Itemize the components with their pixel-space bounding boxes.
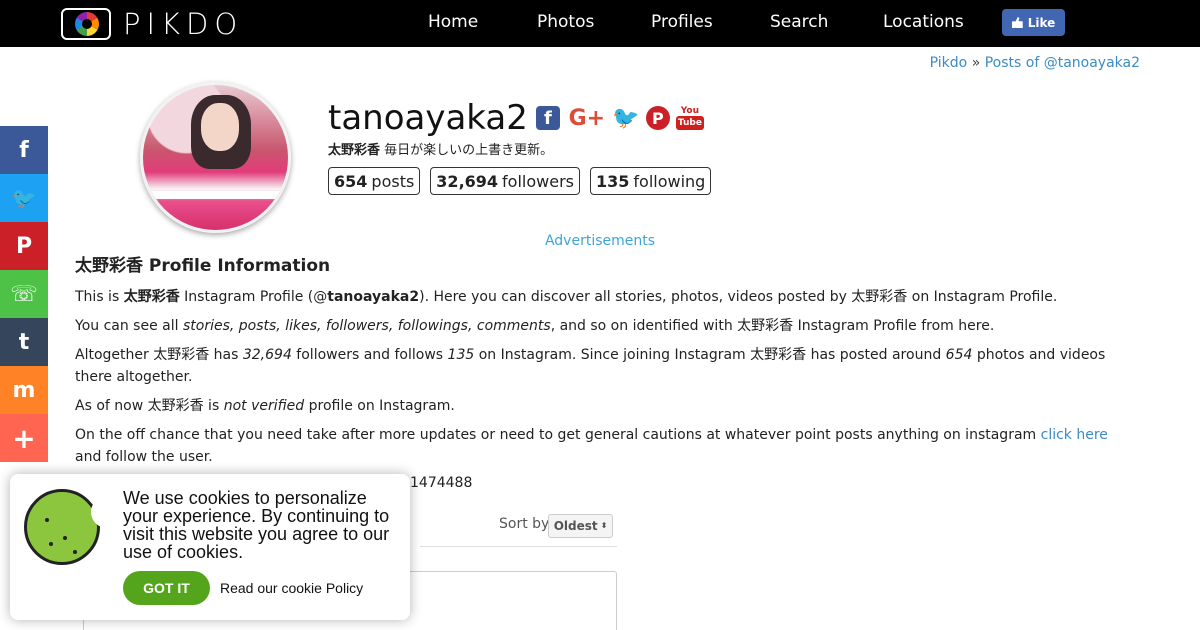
share-mix-icon[interactable]: m (0, 366, 48, 414)
youtube-icon[interactable]: You Tube (675, 104, 704, 132)
cookie-accept-button[interactable]: GOT IT (123, 571, 210, 605)
info-paragraph-4: As of now 太野彩香 is not verified profile o… (75, 398, 455, 414)
share-tumblr-icon[interactable]: t (0, 318, 48, 366)
cookie-message: We use cookies to personalize your exper… (123, 488, 390, 562)
nav-home[interactable]: Home (428, 12, 478, 32)
top-navbar: PIKDO Home Photos Profiles Search Locati… (0, 0, 1200, 47)
profile-info-heading: 太野彩香 Profile Information (75, 256, 331, 276)
social-share-icons: f G+ 🐦 P You Tube (535, 104, 704, 132)
nav-profiles[interactable]: Profiles (651, 12, 713, 32)
facebook-like-button[interactable]: Like (1002, 9, 1065, 36)
site-logo[interactable]: PIKDO (61, 7, 243, 41)
cookie-policy-link[interactable]: Read our cookie Policy (220, 580, 363, 596)
stat-following[interactable]: 135 following (590, 167, 712, 195)
sort-label: Sort by (499, 516, 550, 532)
profile-display-name: 太野彩香 (328, 143, 381, 158)
cookie-icon (24, 489, 123, 565)
info-paragraph-5: On the off chance that you need take aft… (75, 427, 1108, 465)
nav-search[interactable]: Search (770, 12, 828, 32)
pinterest-icon[interactable]: P (645, 106, 670, 130)
share-sidebar: f 🐦 P ☏ t m + (0, 126, 48, 462)
share-twitter-icon[interactable]: 🐦 (0, 174, 48, 222)
info-paragraph-1: This is 太野彩香 Instagram Profile (@tanoaya… (75, 289, 1058, 305)
stat-posts[interactable]: 654 posts (328, 167, 421, 195)
info-paragraph-2: You can see all stories, posts, likes, f… (75, 318, 995, 334)
profile-avatar (140, 82, 291, 233)
profile-bio-text: 毎日が楽しいの上書き更新。 (384, 143, 554, 158)
profile-info-section: 太野彩香 Profile Information This is 太野彩香 In… (75, 255, 1125, 475)
share-facebook-icon[interactable]: f (0, 126, 48, 174)
breadcrumb-current-link[interactable]: Posts of @tanoayaka2 (985, 55, 1140, 71)
nav-photos[interactable]: Photos (537, 12, 594, 32)
thumbs-up-icon (1011, 17, 1023, 28)
camera-aperture-icon (61, 8, 111, 40)
info-paragraph-3: Altogether 太野彩香 has 32,694 followers and… (75, 347, 1106, 385)
profile-header: tanoayaka2 f G+ 🐦 P You Tube (328, 98, 704, 138)
breadcrumb-home-link[interactable]: Pikdo (930, 55, 968, 71)
stat-followers[interactable]: 32,694 followers (430, 167, 580, 195)
twitter-icon[interactable]: 🐦 (612, 106, 639, 131)
nav-locations[interactable]: Locations (883, 12, 964, 32)
click-here-link[interactable]: click here (1041, 427, 1108, 443)
cookie-consent-banner: We use cookies to personalize your exper… (10, 474, 410, 620)
google-plus-icon[interactable]: G+ (568, 106, 606, 131)
share-more-icon[interactable]: + (0, 414, 48, 462)
profile-username: tanoayaka2 (328, 98, 528, 138)
share-whatsapp-icon[interactable]: ☏ (0, 270, 48, 318)
breadcrumb: Pikdo » Posts of @tanoayaka2 (930, 55, 1140, 71)
like-label: Like (1027, 15, 1056, 30)
profile-bio: 太野彩香 毎日が楽しいの上書き更新。 (328, 139, 553, 158)
site-name: PIKDO (123, 7, 244, 41)
facebook-icon[interactable]: f (535, 106, 560, 130)
sort-select[interactable]: Oldest ⬍ (548, 514, 613, 538)
sort-arrows-icon: ⬍ (600, 521, 608, 530)
breadcrumb-separator: » (971, 55, 981, 71)
profile-stats: 654 posts 32,694 followers 135 following (328, 167, 712, 195)
profile-id-text: 1474488 (410, 475, 473, 491)
comments-sort-bar: Sort by Oldest ⬍ (420, 512, 617, 547)
advertisements-label: Advertisements (544, 233, 656, 249)
